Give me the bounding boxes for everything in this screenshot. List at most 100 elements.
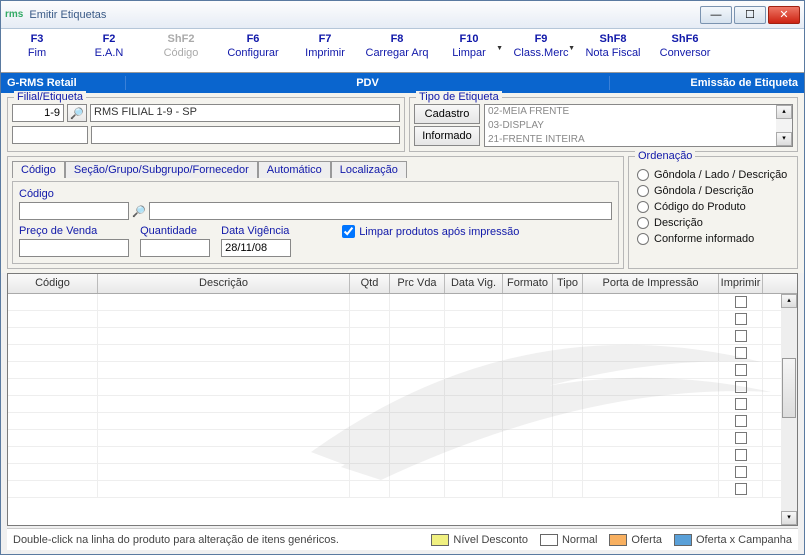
imprimir-checkbox[interactable]	[735, 415, 747, 427]
maximize-button[interactable]: ☐	[734, 6, 766, 24]
tab-c-digo[interactable]: Código	[12, 161, 65, 178]
informado-button[interactable]: Informado	[414, 126, 480, 146]
tab-container: CódigoSeção/Grupo/Subgrupo/FornecedorAut…	[7, 156, 624, 269]
data-vigencia-input[interactable]	[221, 239, 291, 257]
column-header[interactable]: Porta de Impressão	[583, 274, 719, 293]
ord-radio-3[interactable]	[637, 217, 649, 229]
imprimir-checkbox[interactable]	[735, 466, 747, 478]
close-button[interactable]: ✕	[768, 6, 800, 24]
tab-autom-tico[interactable]: Automático	[258, 161, 331, 178]
toolbar-conversor[interactable]: ShF6Conversor	[649, 29, 721, 72]
binoculars-icon: 🔎	[70, 107, 84, 120]
window-title: Emitir Etiquetas	[29, 9, 106, 21]
chevron-down-icon: ▼	[496, 45, 503, 52]
scroll-thumb[interactable]	[782, 358, 796, 418]
listbox-scrollbar[interactable]: ▴ ▾	[776, 105, 792, 146]
ord-label: Gôndola / Lado / Descrição	[654, 169, 787, 181]
table-row[interactable]	[8, 464, 781, 481]
filial-group: Filial/Etiqueta 🔎 RMS FILIAL 1-9 - SP	[7, 97, 405, 152]
column-header[interactable]: Código	[8, 274, 98, 293]
column-header[interactable]: Qtd	[350, 274, 390, 293]
tipo-listbox[interactable]: 02-MEIA FRENTE 03-DISPLAY 21-FRENTE INTE…	[484, 104, 793, 147]
titlebar: rms Emitir Etiquetas — ☐ ✕	[1, 1, 804, 29]
toolbar-e-a-n[interactable]: F2E.A.N	[73, 29, 145, 72]
imprimir-checkbox[interactable]	[735, 330, 747, 342]
data-label: Data Vigência	[221, 225, 291, 237]
list-item[interactable]: 21-FRENTE INTEIRA	[485, 133, 792, 147]
maximize-icon: ☐	[745, 8, 755, 21]
column-header[interactable]: Data Vig.	[445, 274, 503, 293]
column-header[interactable]: Formato	[503, 274, 553, 293]
cadastro-button[interactable]: Cadastro	[414, 104, 480, 124]
tipo-group: Tipo de Etiqueta Cadastro Informado 02-M…	[409, 97, 798, 152]
imprimir-checkbox[interactable]	[735, 449, 747, 461]
table-row[interactable]	[8, 396, 781, 413]
legend-swatch	[431, 534, 449, 546]
table-row[interactable]	[8, 345, 781, 362]
scroll-down-icon[interactable]: ▾	[781, 511, 797, 525]
etiqueta-desc-readout	[91, 126, 400, 144]
codigo-label: Código	[19, 188, 612, 200]
toolbar-fim[interactable]: F3Fim	[1, 29, 73, 72]
quantidade-input[interactable]	[140, 239, 210, 257]
scroll-up-icon[interactable]: ▴	[776, 105, 792, 119]
ord-radio-2[interactable]	[637, 201, 649, 213]
toolbar-carregar-arq[interactable]: F8Carregar Arq	[361, 29, 433, 72]
limpar-checkbox[interactable]	[342, 225, 355, 238]
ord-radio-0[interactable]	[637, 169, 649, 181]
bluebar-right: Emissão de Etiqueta	[618, 77, 798, 89]
column-header[interactable]: Imprimir	[719, 274, 763, 293]
ord-radio-4[interactable]	[637, 233, 649, 245]
table-row[interactable]	[8, 430, 781, 447]
table-row[interactable]	[8, 447, 781, 464]
scroll-up-icon[interactable]: ▴	[781, 294, 797, 308]
table-row[interactable]	[8, 294, 781, 311]
ordenacao-legend: Ordenação	[635, 150, 695, 162]
imprimir-checkbox[interactable]	[735, 313, 747, 325]
codigo-input[interactable]	[19, 202, 129, 220]
etiqueta-code-input[interactable]	[12, 126, 88, 144]
toolbar-class-merc[interactable]: F9Class.Merc▼	[505, 29, 577, 72]
table-row[interactable]	[8, 328, 781, 345]
scroll-down-icon[interactable]: ▾	[776, 132, 792, 146]
product-grid: CódigoDescriçãoQtdPrc VdaData Vig.Format…	[7, 273, 798, 526]
table-row[interactable]	[8, 362, 781, 379]
tab-localiza-o[interactable]: Localização	[331, 161, 407, 178]
toolbar-limpar[interactable]: F10Limpar▼	[433, 29, 505, 72]
legend-item: Nível Desconto	[431, 534, 528, 546]
column-header[interactable]: Descrição	[98, 274, 350, 293]
imprimir-checkbox[interactable]	[735, 364, 747, 376]
table-row[interactable]	[8, 413, 781, 430]
table-row[interactable]	[8, 379, 781, 396]
filial-code-input[interactable]	[12, 104, 64, 122]
app-logo: rms	[5, 9, 23, 20]
imprimir-checkbox[interactable]	[735, 381, 747, 393]
table-row[interactable]	[8, 481, 781, 498]
column-header[interactable]: Prc Vda	[390, 274, 445, 293]
minimize-icon: —	[711, 9, 722, 21]
binoculars-icon: 🔎	[132, 206, 146, 218]
codigo-lookup-button[interactable]: 🔎	[132, 205, 146, 218]
column-header[interactable]: Tipo	[553, 274, 583, 293]
filial-lookup-button[interactable]: 🔎	[67, 104, 87, 122]
imprimir-checkbox[interactable]	[735, 398, 747, 410]
preco-input[interactable]	[19, 239, 129, 257]
preco-label: Preço de Venda	[19, 225, 129, 237]
imprimir-checkbox[interactable]	[735, 347, 747, 359]
imprimir-checkbox[interactable]	[735, 432, 747, 444]
bluebar-mid: PDV	[134, 77, 601, 89]
ord-radio-1[interactable]	[637, 185, 649, 197]
table-row[interactable]	[8, 311, 781, 328]
ord-label: Conforme informado	[654, 233, 754, 245]
imprimir-checkbox[interactable]	[735, 296, 747, 308]
minimize-button[interactable]: —	[700, 6, 732, 24]
toolbar-configurar[interactable]: F6Configurar	[217, 29, 289, 72]
legend-swatch	[540, 534, 558, 546]
list-item[interactable]: 03-DISPLAY	[485, 119, 792, 133]
imprimir-checkbox[interactable]	[735, 483, 747, 495]
grid-scrollbar[interactable]: ▴ ▾	[781, 294, 797, 525]
toolbar-imprimir[interactable]: F7Imprimir	[289, 29, 361, 72]
toolbar-nota-fiscal[interactable]: ShF8Nota Fiscal	[577, 29, 649, 72]
list-item[interactable]: 02-MEIA FRENTE	[485, 105, 792, 119]
tab-se-o-grupo-subgrupo-fornecedor[interactable]: Seção/Grupo/Subgrupo/Fornecedor	[65, 161, 258, 178]
